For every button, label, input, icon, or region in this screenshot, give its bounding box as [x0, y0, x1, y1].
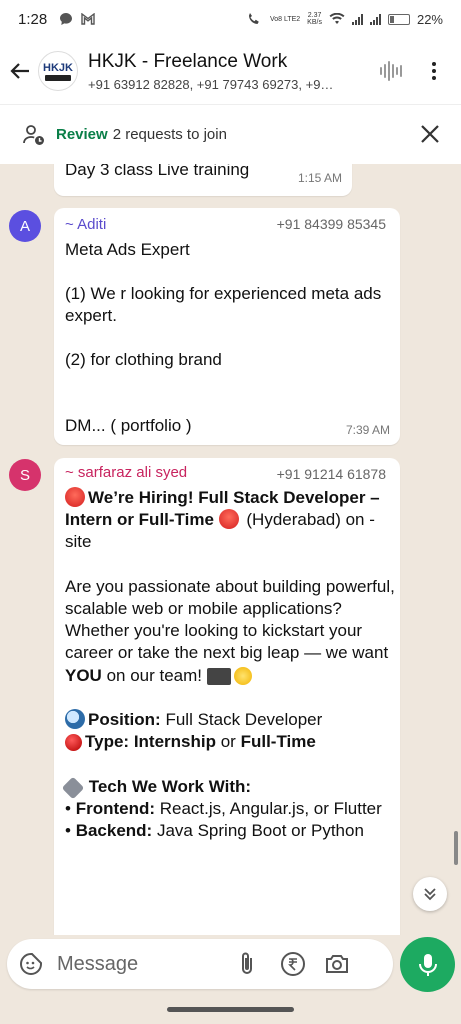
camera-icon[interactable] [323, 950, 351, 978]
message-bubble[interactable]: Day 3 class Live training 1:15 AM [54, 164, 352, 196]
more-vertical-icon[interactable] [426, 62, 442, 80]
message-time: 7:39 AM [345, 423, 390, 437]
scroll-to-bottom-button[interactable] [413, 877, 447, 911]
sender-avatar[interactable]: S [9, 459, 41, 491]
siren-icon [65, 487, 85, 507]
message-input[interactable]: Message [7, 939, 393, 989]
close-icon[interactable] [417, 121, 443, 147]
sender-name[interactable]: ~ Aditi [65, 216, 106, 233]
message-time: 1:15 AM [297, 171, 342, 185]
battery-icon [387, 13, 410, 25]
chevron-double-down-icon [424, 888, 436, 901]
group-avatar[interactable]: HKJK [38, 51, 78, 91]
wifi-icon [329, 13, 345, 24]
rupee-icon[interactable] [279, 950, 307, 978]
gmail-icon [81, 13, 95, 25]
review-label[interactable]: Review [56, 126, 108, 143]
message-text: Day 3 class Live training [65, 164, 250, 179]
signal-icon-2 [369, 13, 381, 25]
volte-indicator: Vo8 LTE2 [269, 15, 301, 23]
waveform-icon[interactable] [378, 58, 404, 84]
chat-header: HKJK HKJK - Freelance Work +91 63912 828… [0, 38, 461, 104]
mic-icon [418, 953, 437, 976]
tools-icon [61, 776, 85, 799]
notification-icons [59, 12, 95, 26]
message-bubble[interactable]: ~ sarfaraz ali syed +91 91214 61878 We’r… [54, 458, 400, 935]
message-placeholder: Message [57, 952, 139, 975]
group-avatar-text: HKJK [43, 61, 73, 74]
network-speed: 2.37 KB/s [307, 12, 322, 26]
pushpin-icon [65, 734, 82, 752]
sticker-icon[interactable] [17, 950, 45, 978]
paperclip-icon[interactable] [233, 950, 261, 978]
sender-avatar[interactable]: A [9, 210, 41, 242]
review-text: 2 requests to join [112, 126, 227, 143]
chat-members: +91 63912 82828, +91 79743 69273, +9… [88, 76, 334, 92]
arrow-left-icon [10, 63, 29, 79]
chat-bubble-icon [60, 13, 73, 25]
people-clock-icon [23, 124, 44, 145]
gesture-nav-bar[interactable] [167, 1007, 294, 1012]
system-indicators: Vo8 LTE2 2.37 KB/s 22% [247, 12, 443, 27]
sender-phone: +91 91214 61878 [276, 466, 386, 482]
status-bar: 1:28 Vo8 LTE2 2.37 KB/s 22% [0, 0, 461, 38]
composer: Message [0, 935, 461, 995]
laptop-icon [206, 667, 231, 685]
signal-icon-1 [351, 13, 363, 25]
back-button[interactable] [2, 51, 38, 91]
chat-title-block[interactable]: HKJK - Freelance Work +91 63912 82828, +… [88, 51, 370, 92]
message-bubble[interactable]: ~ Aditi +91 84399 85345 Meta Ads Expert … [54, 208, 400, 445]
sparkles-icon [233, 666, 252, 685]
battery-percent: 22% [416, 11, 443, 27]
message-text: Meta Ads Expert (1) We r looking for exp… [65, 240, 382, 435]
voice-record-button[interactable] [400, 937, 455, 992]
review-requests-bar[interactable]: Review 2 requests to join [0, 104, 461, 164]
sender-name[interactable]: ~ sarfaraz ali syed [65, 464, 187, 481]
scrollbar-thumb[interactable] [454, 831, 458, 865]
message-list[interactable]: Day 3 class Live training 1:15 AM A ~ Ad… [0, 164, 461, 935]
sender-phone: +91 84399 85345 [276, 216, 386, 232]
siren-icon [218, 509, 239, 530]
group-avatar-logo [45, 74, 71, 81]
message-text: We’re Hiring! Full Stack Developer – Int… [61, 487, 395, 842]
vibrate-call-icon [248, 13, 259, 24]
chat-title: HKJK - Freelance Work [88, 50, 288, 72]
intro-text: Are you passionate about building powerf… [65, 576, 395, 663]
magnifier-icon [65, 709, 85, 730]
status-time: 1:28 [18, 10, 48, 28]
